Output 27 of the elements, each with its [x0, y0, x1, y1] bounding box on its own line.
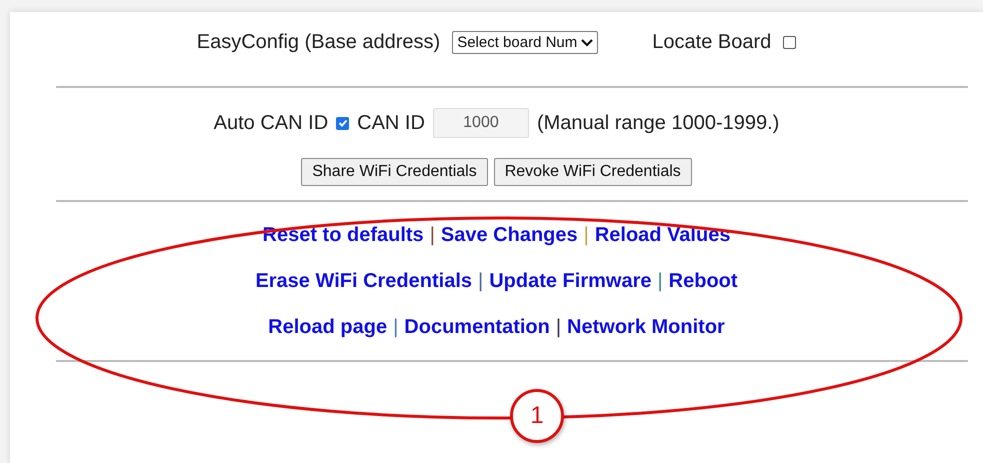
wifi-credentials-button[interactable]: Share WiFi Credentials [301, 158, 488, 186]
nav-link[interactable]: Documentation [404, 316, 550, 338]
nav-link[interactable]: Erase WiFi Credentials [255, 270, 472, 292]
board-select[interactable]: Select board Num [452, 31, 598, 54]
separator: | [393, 316, 398, 338]
wifi-credentials-button[interactable]: Revoke WiFi Credentials [494, 158, 692, 186]
separator: | [478, 270, 484, 292]
can-id-label: CAN ID [357, 112, 425, 134]
nav-link[interactable]: Reload Values [594, 224, 730, 246]
nav-link[interactable]: Reset to defaults [262, 224, 424, 246]
nav-link[interactable]: Reboot [668, 270, 738, 292]
can-id-field[interactable]: 1000 [432, 108, 529, 138]
nav-link[interactable]: Reload page [268, 316, 388, 338]
nav-link[interactable]: Network Monitor [567, 316, 725, 338]
nav-link[interactable]: Update Firmware [489, 270, 652, 292]
auto-can-id-label: Auto CAN ID [214, 112, 328, 134]
locate-board-checkbox[interactable] [783, 36, 796, 49]
locate-board-label: Locate Board [652, 31, 772, 54]
nav-link[interactable]: Save Changes [440, 224, 578, 246]
easyconfig-label: EasyConfig (Base address) [196, 31, 440, 54]
separator: | [584, 224, 589, 246]
auto-can-id-checkbox[interactable] [336, 116, 350, 130]
chevron-down-icon [581, 38, 594, 46]
separator: | [556, 316, 562, 338]
range-note: (Manual range 1000-1999.) [536, 112, 780, 134]
separator: | [430, 224, 435, 246]
separator: | [657, 270, 663, 292]
